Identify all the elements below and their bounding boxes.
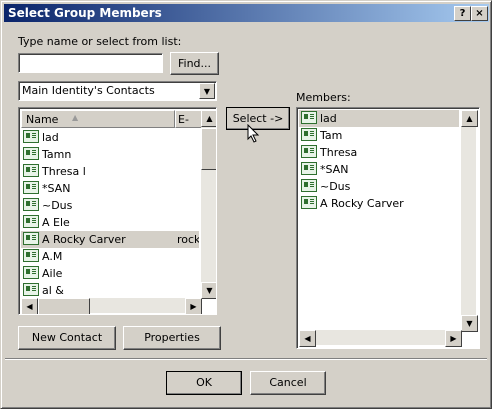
scroll-down-icon[interactable]: ▼ (201, 282, 216, 299)
contact-row[interactable]: Aile (21, 265, 199, 282)
column-header-email[interactable]: E-Ma (175, 110, 203, 128)
member-row[interactable]: ~Dus (299, 178, 459, 195)
contact-row[interactable]: Thresa l (21, 163, 199, 180)
contact-row[interactable]: A.M (21, 248, 199, 265)
contact-card-icon (23, 283, 39, 296)
contact-card-icon (23, 147, 39, 160)
contact-card-icon (23, 181, 39, 194)
contact-card-icon (23, 249, 39, 262)
contact-card-icon (301, 128, 317, 141)
scroll-left-icon[interactable]: ◀ (21, 298, 38, 314)
scroll-thumb[interactable] (201, 128, 216, 170)
hscroll-thumb[interactable] (38, 298, 90, 314)
contact-card-icon (23, 198, 39, 211)
contact-row[interactable]: ~Dus (21, 197, 199, 214)
contact-card-icon (23, 232, 39, 245)
sort-asc-icon: ▲ (72, 113, 79, 122)
contact-row-selected[interactable]: A Rocky Carverrocky (21, 231, 199, 248)
contact-card-icon (301, 111, 317, 124)
member-row[interactable]: *SAN (299, 161, 459, 178)
contact-row[interactable]: *SAN (21, 180, 199, 197)
title-bar: Select Group Members ? × (4, 4, 489, 22)
contact-email: rocky (177, 233, 199, 246)
addressbook-select[interactable]: Main Identity's Contacts ▼ (18, 81, 217, 101)
contact-card-icon (301, 162, 317, 175)
member-row[interactable]: A Rocky Carver (299, 195, 459, 212)
members-scroll-left-icon[interactable]: ◀ (299, 330, 316, 347)
contact-card-icon (23, 266, 39, 279)
contact-card-icon (301, 179, 317, 192)
new-contact-button[interactable]: New Contact (18, 326, 116, 350)
contact-row[interactable]: Tamn (21, 146, 199, 163)
member-row-selected[interactable]: lad (299, 110, 459, 127)
search-label: Type name or select from list: (18, 35, 182, 48)
close-button[interactable]: × (471, 6, 488, 21)
member-row[interactable]: Tam (299, 127, 459, 144)
contact-card-icon (23, 215, 39, 228)
scroll-right-icon[interactable]: ▶ (185, 298, 202, 314)
search-input[interactable] (18, 53, 163, 73)
contact-card-icon (301, 196, 317, 209)
find-button[interactable]: Find... (170, 52, 219, 75)
dropdown-arrow-icon[interactable]: ▼ (199, 83, 215, 99)
contact-row[interactable]: al & (21, 282, 199, 299)
cancel-button[interactable]: Cancel (250, 371, 326, 395)
ok-button[interactable]: OK (166, 371, 242, 395)
dialog-window: Select Group Members ? × Type name or se… (0, 0, 492, 409)
contact-card-icon (301, 145, 317, 158)
members-label: Members: (296, 91, 351, 104)
contact-card-icon (23, 164, 39, 177)
contacts-list[interactable]: Name ▲ E-Ma lad Tamn Thresa l *SAN ~Dus … (18, 107, 217, 315)
properties-button[interactable]: Properties (123, 326, 221, 350)
separator (5, 358, 487, 360)
member-row[interactable]: Thresa (299, 144, 459, 161)
members-horizontal-scrollbar[interactable]: ◀ ▶ (299, 330, 462, 347)
horizontal-scrollbar[interactable]: ◀ ▶ (21, 298, 202, 314)
mouse-cursor-icon (247, 124, 260, 143)
members-scroll-up-icon[interactable]: ▲ (461, 110, 478, 127)
window-title: Select Group Members (8, 6, 162, 20)
members-vertical-scrollbar[interactable]: ▲ ▼ (461, 110, 478, 332)
addressbook-selected: Main Identity's Contacts (22, 84, 155, 97)
members-scroll-right-icon[interactable]: ▶ (445, 330, 462, 347)
members-list[interactable]: lad Tam Thresa *SAN ~Dus A Rocky Carver … (296, 107, 480, 349)
contact-card-icon (23, 130, 39, 143)
contact-row[interactable]: lad (21, 129, 199, 146)
help-button[interactable]: ? (454, 6, 471, 21)
scroll-up-icon[interactable]: ▲ (201, 110, 216, 127)
contact-row[interactable]: A Ele (21, 214, 199, 231)
vertical-scrollbar[interactable]: ▲ ▼ (201, 110, 216, 299)
members-scroll-down-icon[interactable]: ▼ (461, 315, 478, 332)
column-header-name[interactable]: Name ▲ (21, 110, 175, 128)
